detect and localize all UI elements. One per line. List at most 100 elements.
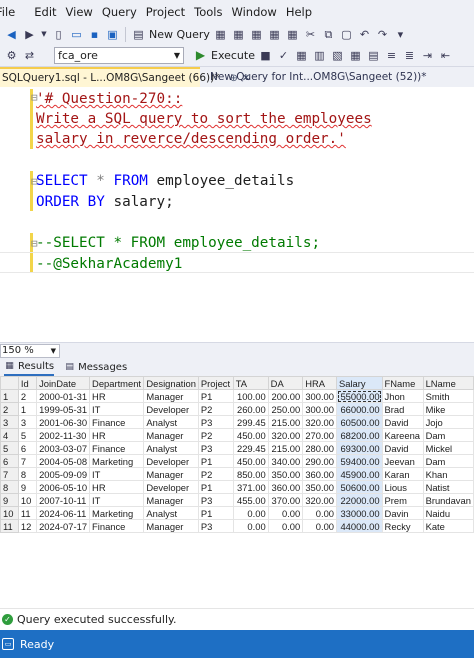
table-cell[interactable]: Developer [143, 480, 199, 494]
connect-icon[interactable]: ⚙ [4, 48, 19, 63]
table-cell[interactable]: 1 [17, 402, 38, 416]
table-cell[interactable]: 350.00 [267, 467, 304, 481]
table-cell[interactable]: Naidu [422, 506, 474, 520]
table-row[interactable]: 8 9 2006-05-10 HR Developer P1 371.00 360.00 350… [0, 480, 474, 494]
new-query-button[interactable]: ▤ New Query [131, 27, 210, 42]
table-cell[interactable]: Developer [143, 454, 199, 468]
row-number-cell[interactable]: 10 [0, 506, 19, 520]
table-cell[interactable]: Manager [143, 493, 199, 507]
paste-icon[interactable]: ▢ [339, 27, 354, 42]
row-number-cell[interactable]: 7 [0, 467, 19, 481]
uncomment-icon[interactable]: ≣ [402, 48, 417, 63]
table-cell[interactable]: Manager [143, 389, 199, 403]
table-cell[interactable]: 215.00 [267, 441, 304, 455]
table-cell[interactable]: 850.00 [232, 467, 269, 481]
table-cell[interactable]: Kareena [381, 428, 424, 442]
table-cell[interactable]: Recky [381, 519, 424, 533]
table-cell[interactable]: 360.00 [267, 480, 304, 494]
table-cell[interactable]: 200.00 [267, 389, 304, 403]
table-cell[interactable]: 450.00 [232, 454, 269, 468]
table-cell[interactable]: Natist [422, 480, 474, 494]
table-cell[interactable]: 68200.00 [336, 428, 383, 442]
table-cell[interactable]: Jeevan [381, 454, 424, 468]
menu-window[interactable]: Window [231, 5, 285, 19]
column-header[interactable]: Id [17, 376, 38, 390]
table-cell[interactable]: P2 [197, 428, 234, 442]
table-row[interactable]: 10 11 2024-06-11 Marketing Analyst P1 0.00 0.00… [0, 506, 474, 520]
table-cell[interactable]: Finance [89, 441, 145, 455]
table-cell[interactable]: IT [89, 467, 145, 481]
row-number-cell[interactable]: 1 [0, 389, 19, 403]
table-cell[interactable]: Khan [422, 467, 474, 481]
table-cell[interactable]: 0.00 [302, 519, 337, 533]
column-header[interactable]: Department [89, 376, 145, 390]
table-cell[interactable]: Karan [381, 467, 424, 481]
change-connection-icon[interactable]: ⇄ [22, 48, 37, 63]
tab-messages[interactable]: ▤ Messages [64, 360, 127, 375]
table-cell[interactable]: 299.45 [232, 415, 269, 429]
database-select[interactable]: fca_ore ▼ [54, 47, 184, 64]
column-header[interactable]: JoinDate [36, 376, 91, 390]
table-cell[interactable]: 250.00 [267, 402, 304, 416]
table-cell[interactable]: P3 [197, 441, 234, 455]
row-number-cell[interactable]: 6 [0, 454, 19, 468]
column-header[interactable]: FName [381, 376, 424, 390]
table-cell[interactable]: P1 [197, 506, 234, 520]
table-cell[interactable]: 2024-06-11 [36, 506, 91, 520]
outdent-icon[interactable]: ⇤ [438, 48, 453, 63]
row-number-cell[interactable]: 11 [0, 519, 19, 533]
table-cell[interactable]: 350.00 [302, 480, 337, 494]
menu-help[interactable]: Help [286, 5, 321, 19]
row-number-header[interactable] [0, 376, 19, 390]
execute-button[interactable]: ▶ Execute [193, 48, 255, 63]
table-cell[interactable]: 2001-06-30 [36, 415, 91, 429]
table-cell[interactable]: 2 [17, 389, 38, 403]
table-cell[interactable]: Marketing [89, 454, 145, 468]
table-cell[interactable]: 9 [17, 480, 38, 494]
table-cell[interactable]: 10 [17, 493, 38, 507]
table-cell[interactable]: P1 [197, 454, 234, 468]
table-cell[interactable]: David [381, 415, 424, 429]
table-cell[interactable]: 7 [17, 454, 38, 468]
table-cell[interactable]: Analyst [143, 441, 199, 455]
table-cell[interactable]: HR [89, 389, 145, 403]
table-cell[interactable]: Davin [381, 506, 424, 520]
table-cell[interactable]: Jhon [381, 389, 424, 403]
table-cell[interactable]: 2006-05-10 [36, 480, 91, 494]
table-cell[interactable]: HR [89, 480, 145, 494]
column-header[interactable]: Salary [336, 376, 383, 390]
table-row[interactable]: 6 7 2004-05-08 Marketing Developer P1 450.00 34… [0, 454, 474, 468]
menu-tools[interactable]: Tools [194, 5, 231, 19]
column-header[interactable]: Designation [143, 376, 199, 390]
table-row[interactable]: 2 1 1999-05-31 IT Developer P2 260.00 250.00 300… [0, 402, 474, 416]
table-cell[interactable]: 0.00 [267, 519, 304, 533]
parse-icon[interactable]: ✓ [276, 48, 291, 63]
table-cell[interactable]: Manager [143, 467, 199, 481]
table-cell[interactable]: 371.00 [232, 480, 269, 494]
column-header[interactable]: DA [267, 376, 304, 390]
table-cell[interactable]: 320.00 [267, 428, 304, 442]
row-number-cell[interactable]: 4 [0, 428, 19, 442]
table-cell[interactable]: 280.00 [302, 441, 337, 455]
dropdown-arrow-icon[interactable]: ▼ [40, 27, 48, 42]
column-header[interactable]: HRA [302, 376, 337, 390]
table-cell[interactable]: 270.00 [302, 428, 337, 442]
redo-icon[interactable]: ↷ [375, 27, 390, 42]
table-cell[interactable]: 0.00 [232, 506, 269, 520]
new-file-icon[interactable]: ▯ [51, 27, 66, 42]
forward-icon[interactable]: ▶ [22, 27, 37, 42]
table-cell[interactable]: Jojo [422, 415, 474, 429]
table-cell[interactable]: 59400.00 [336, 454, 383, 468]
table-cell[interactable]: 5 [17, 428, 38, 442]
table-cell[interactable]: 2003-03-07 [36, 441, 91, 455]
table-cell[interactable]: 0.00 [302, 506, 337, 520]
table-cell[interactable]: P1 [197, 480, 234, 494]
xmla-query-icon[interactable]: ▦ [267, 27, 282, 42]
back-icon[interactable]: ◀ [4, 27, 19, 42]
column-header[interactable]: TA [232, 376, 269, 390]
table-row[interactable]: 9 10 2007-10-11 IT Manager P3 455.00 370.00 320.… [0, 493, 474, 507]
table-cell[interactable]: IT [89, 402, 145, 416]
table-cell[interactable]: Mickel [422, 441, 474, 455]
table-cell[interactable]: 2002-11-30 [36, 428, 91, 442]
table-cell[interactable]: 455.00 [232, 493, 269, 507]
